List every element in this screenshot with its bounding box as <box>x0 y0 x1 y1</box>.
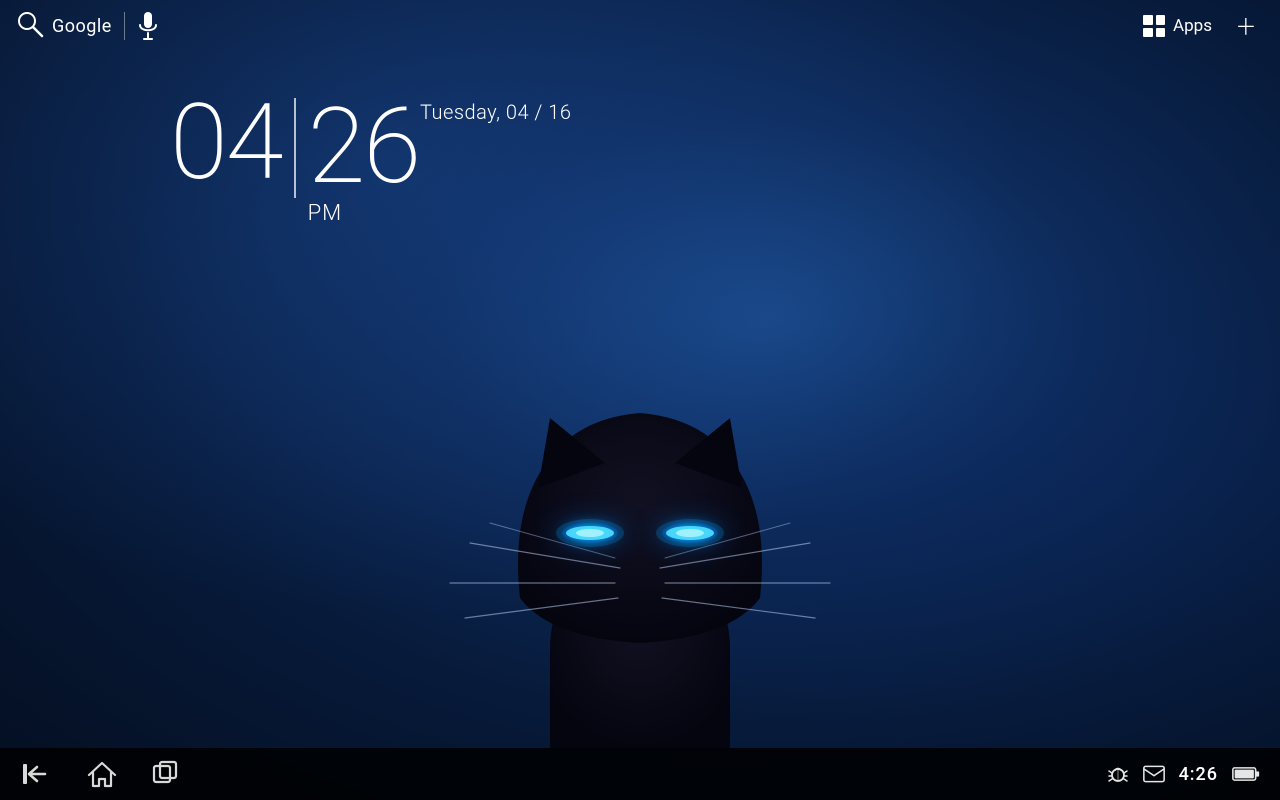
plus-icon: + <box>1237 10 1255 42</box>
debug-icon <box>1107 763 1129 785</box>
clock-ampm: PM <box>308 201 420 226</box>
apps-grid-icon <box>1143 15 1165 37</box>
nav-right: 4:26 <box>1107 763 1260 785</box>
recents-button[interactable] <box>148 756 184 792</box>
nav-left <box>20 756 184 792</box>
apps-label: Apps <box>1173 16 1212 36</box>
home-button[interactable] <box>84 756 120 792</box>
apps-button[interactable]: Apps <box>1143 15 1212 37</box>
navbar: 4:26 <box>0 748 1280 800</box>
add-widget-button[interactable]: + <box>1228 8 1264 44</box>
topbar-divider <box>124 12 125 40</box>
clock-minutes: 26 <box>308 94 420 199</box>
cat-illustration <box>390 168 890 748</box>
mic-icon[interactable] <box>137 10 159 42</box>
search-bar[interactable]: Google <box>16 10 112 42</box>
topbar-right: Apps + <box>1143 8 1264 44</box>
google-logo: Google <box>52 16 112 37</box>
battery-icon <box>1232 765 1260 783</box>
gmail-icon <box>1143 765 1165 783</box>
back-button[interactable] <box>20 756 56 792</box>
status-time: 4:26 <box>1179 764 1218 785</box>
clock-widget: 04 26 PM <box>170 90 419 226</box>
search-icon[interactable] <box>16 10 44 42</box>
clock-date: Tuesday, 04 / 16 <box>420 100 571 124</box>
clock-separator <box>294 98 296 198</box>
clock-hours: 04 <box>170 90 282 195</box>
clock-right: 26 PM <box>308 90 420 226</box>
topbar: Google Apps + <box>0 0 1280 52</box>
